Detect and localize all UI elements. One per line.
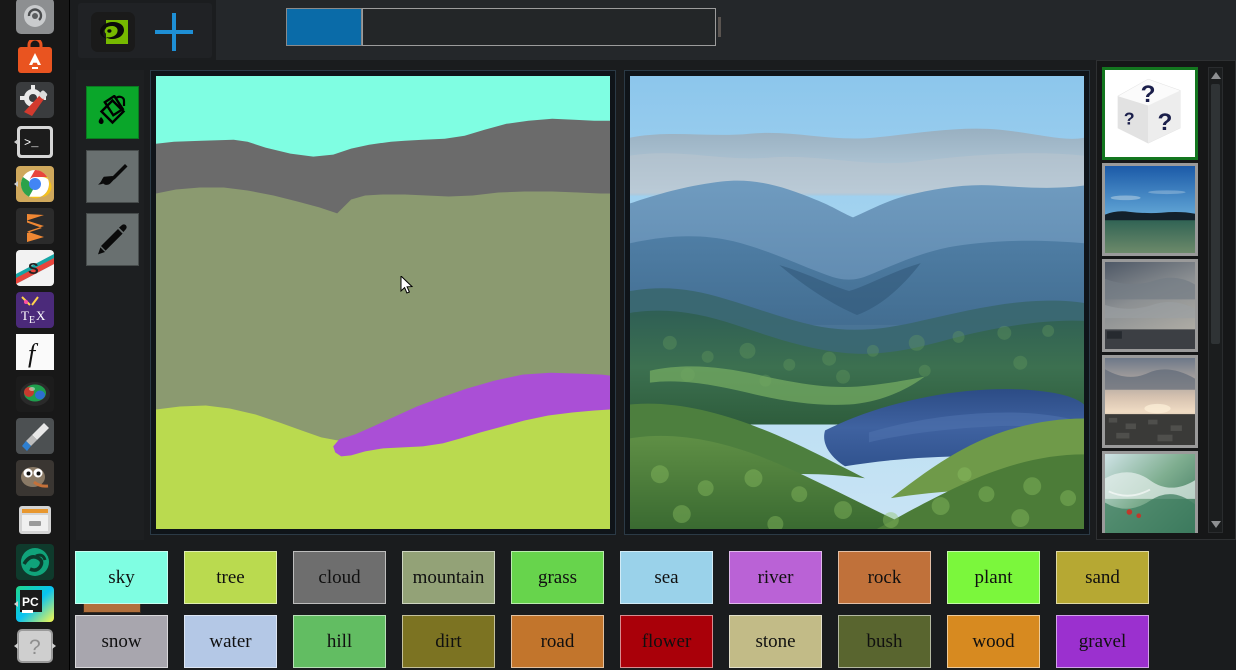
dock-running-indicator-icon	[14, 642, 18, 649]
svg-text:>_: >_	[24, 136, 39, 150]
add-tab-button[interactable]	[152, 11, 196, 53]
dock-item-app-grid[interactable]	[13, 0, 57, 36]
label-button-sea[interactable]: sea	[620, 551, 713, 604]
svg-text:?: ?	[1141, 81, 1156, 108]
dock-item-help[interactable]: ?	[13, 625, 57, 666]
generated-image-canvas[interactable]	[624, 70, 1090, 535]
paintbrush-tool[interactable]	[86, 150, 139, 203]
label-button-stone[interactable]: stone	[729, 615, 822, 668]
dock-focused-indicator-icon	[52, 642, 56, 649]
pycharm-icon: PC	[16, 585, 54, 622]
style-thumbnail-dusk-coast[interactable]	[1102, 355, 1198, 448]
label-button-flower[interactable]: flower	[620, 615, 713, 668]
dock-running-indicator-icon	[14, 180, 18, 187]
label-button-tree[interactable]: tree	[184, 551, 277, 604]
label-row-primary: sky tree cloud mountain grass sea river rock pla…	[70, 551, 1236, 607]
svg-text:S: S	[28, 261, 39, 278]
tab-resize-handle[interactable]	[718, 17, 721, 37]
files-icon	[19, 505, 51, 534]
label-button-gravel[interactable]: gravel	[1056, 615, 1149, 668]
label-button-wood[interactable]: wood	[947, 615, 1040, 668]
scroll-down-arrow-icon[interactable]	[1211, 521, 1221, 528]
style-thumbnail-panel: ???	[1096, 60, 1236, 540]
svg-text:?: ?	[29, 636, 41, 659]
dock-item-files[interactable]	[13, 499, 57, 540]
scroll-up-arrow-icon[interactable]	[1211, 72, 1221, 79]
dock-item-pycharm[interactable]: PC	[13, 583, 57, 624]
label-button-hill[interactable]: hill	[293, 615, 386, 668]
scrollbar-thumb[interactable]	[1211, 84, 1220, 344]
colorball-icon	[16, 375, 54, 412]
dock-item-eyedropper[interactable]	[13, 415, 57, 456]
style-thumbnail-overcast-shore[interactable]	[1102, 259, 1198, 352]
ubuntu-software-icon	[18, 39, 52, 73]
dock-item-colorball[interactable]	[13, 373, 57, 414]
plus-vertical-bar	[172, 13, 176, 51]
help-icon: ?	[17, 628, 53, 663]
label-button-road[interactable]: road	[511, 615, 604, 668]
gaugan-application-window: >_ S T E Xf PC? ? ? ? sky tree cloud mou…	[0, 0, 1236, 670]
label-button-sand[interactable]: sand	[1056, 551, 1149, 604]
label-button-river[interactable]: river	[729, 551, 822, 604]
label-button-snow[interactable]: snow	[75, 615, 168, 668]
svg-text:X: X	[36, 308, 46, 323]
gimp-icon	[16, 459, 54, 496]
wolfram-icon	[16, 543, 54, 580]
dock-item-sublime-merge[interactable]: S	[13, 247, 57, 288]
dock-item-settings-tools[interactable]	[13, 79, 57, 120]
label-button-bush[interactable]: bush	[838, 615, 931, 668]
svg-text:?: ?	[1124, 108, 1135, 128]
app-badge	[78, 3, 212, 58]
sublime-text-icon	[16, 207, 54, 244]
style-thumbnail-painted-wave[interactable]	[1102, 451, 1198, 533]
dock-item-ubuntu-software[interactable]	[13, 37, 57, 78]
nvidia-logo-icon	[91, 12, 135, 52]
pencil-tool[interactable]	[86, 213, 139, 266]
label-button-water[interactable]: water	[184, 615, 277, 668]
dock-item-chrome[interactable]	[13, 163, 57, 204]
label-palette: sky tree cloud mountain grass sea river rock pla…	[70, 548, 1236, 670]
label-button-sky[interactable]: sky	[75, 551, 168, 604]
dock-item-function[interactable]: f	[13, 331, 57, 372]
dock-running-indicator-icon	[14, 600, 18, 607]
chrome-icon	[16, 165, 54, 202]
thumbnail-scrollbar[interactable]	[1208, 67, 1223, 533]
paint-bucket-tool[interactable]	[86, 86, 139, 139]
style-thumbnail-list[interactable]: ???	[1101, 67, 1205, 533]
label-button-grass[interactable]: grass	[511, 551, 604, 604]
terminal-icon: >_	[17, 125, 53, 158]
svg-text:PC: PC	[22, 595, 39, 609]
dock-item-sublime-text[interactable]	[13, 205, 57, 246]
dock-item-gimp[interactable]	[13, 457, 57, 498]
desktop-dock: >_ S T E Xf PC?	[0, 0, 70, 670]
settings-tools-icon	[16, 81, 54, 118]
tool-palette	[76, 70, 144, 613]
label-button-rock[interactable]: rock	[838, 551, 931, 604]
tab-text-field[interactable]	[362, 8, 716, 46]
active-tab[interactable]	[286, 8, 362, 46]
label-button-mountain[interactable]: mountain	[402, 551, 495, 604]
style-thumbnail-sunset-lake[interactable]	[1102, 163, 1198, 256]
texstudio-icon: TEX	[16, 291, 54, 328]
label-button-dirt[interactable]: dirt	[402, 615, 495, 668]
label-button-cloud[interactable]: cloud	[293, 551, 386, 604]
svg-text:?: ?	[1158, 109, 1173, 136]
svg-text:T: T	[21, 308, 29, 323]
tab-strip	[216, 0, 1236, 60]
dock-item-texstudio[interactable]: TEX	[13, 289, 57, 330]
svg-text:E: E	[29, 315, 35, 326]
dock-running-indicator-icon	[14, 138, 18, 145]
label-row-secondary: snow water hill dirt road flower stone bush wood…	[70, 615, 1236, 670]
segmentation-canvas[interactable]	[150, 70, 616, 535]
app-grid-icon	[16, 0, 54, 34]
dock-item-wolfram[interactable]	[13, 541, 57, 582]
app-top-bar	[70, 0, 1236, 60]
random-style-thumbnail[interactable]: ???	[1102, 67, 1198, 160]
eyedropper-icon	[16, 417, 54, 454]
function-icon: f	[16, 333, 54, 370]
label-button-plant[interactable]: plant	[947, 551, 1040, 604]
dock-item-terminal[interactable]: >_	[13, 121, 57, 162]
sublime-merge-icon: S	[16, 249, 54, 286]
